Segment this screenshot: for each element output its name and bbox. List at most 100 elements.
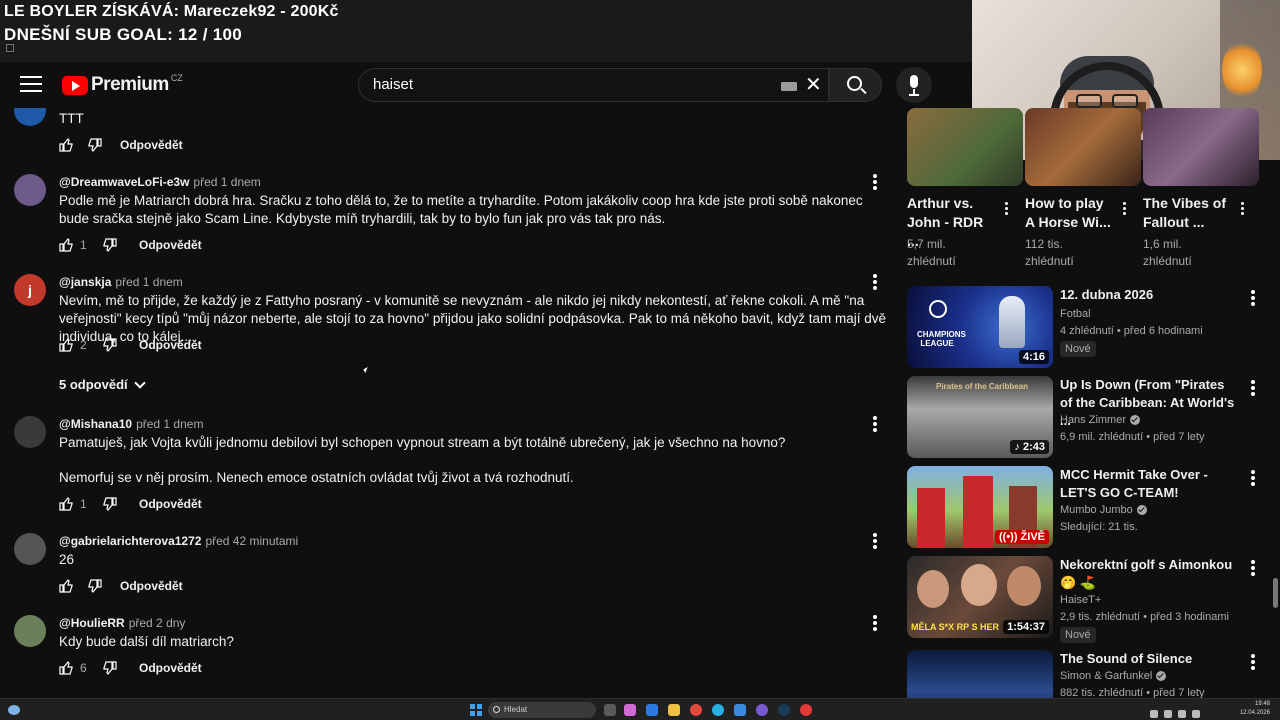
more-options-icon[interactable] [1123,202,1129,217]
edge-icon[interactable] [712,704,724,716]
more-options-icon[interactable] [1250,560,1256,578]
like-icon[interactable] [59,238,73,252]
chrome-icon[interactable] [690,704,702,716]
obs-icon[interactable] [800,704,812,716]
youtube-premium-logo[interactable]: Premium CZ [62,73,183,96]
comment-time[interactable]: před 42 minutami [205,534,298,548]
search-box[interactable]: ✕ [358,68,832,102]
widget-icon[interactable] [624,704,636,716]
comment-author[interactable]: @Mishana10 [59,417,132,431]
channel-name[interactable]: HaiseT+ [1060,594,1101,606]
start-icon[interactable] [470,704,482,716]
menu-icon[interactable] [20,76,42,94]
reply-button[interactable]: Odpovědět [139,338,202,352]
taskbar-clock[interactable]: 19:48 12.04.2026 [1226,700,1270,718]
comment-time[interactable]: před 1 dnem [136,417,203,431]
dislike-icon[interactable] [88,138,102,152]
dislike-icon[interactable] [103,338,117,352]
discord-icon[interactable] [756,704,768,716]
like-icon[interactable] [59,579,73,593]
video-title[interactable]: The Vibes of Fallout ... [1143,194,1233,232]
taskbar-search[interactable]: Hledat [488,702,596,718]
video-thumbnail[interactable] [1025,108,1141,186]
steam-icon[interactable] [778,704,790,716]
clear-search-icon[interactable]: ✕ [805,75,822,95]
weather-icon[interactable] [8,705,20,715]
dislike-icon[interactable] [103,497,117,511]
app-icon[interactable] [734,704,746,716]
avatar[interactable] [14,108,46,126]
like-icon[interactable] [59,497,73,511]
more-options-icon[interactable] [1250,470,1256,488]
reply-button[interactable]: Odpovědět [139,238,202,252]
avatar[interactable] [14,533,46,565]
channel-name[interactable]: Fotbal [1060,308,1091,320]
voice-search-button[interactable] [896,67,932,103]
comment-time[interactable]: před 1 dnem [115,275,182,289]
avatar[interactable] [14,174,46,206]
search-button[interactable] [828,68,882,102]
video-title[interactable]: How to play A Horse Wi... [1025,194,1115,232]
reply-button[interactable]: Odpovědět [120,138,183,152]
like-icon[interactable] [59,138,73,152]
like-icon[interactable] [59,338,73,352]
shelf-video-card[interactable]: Arthur vs. John - RDR ... 5,7 mil. zhlédn… [907,108,1023,268]
avatar[interactable] [14,615,46,647]
recommended-video[interactable]: MĚLA S*X RP S HER 1:54:37 Nekorektní gol… [906,556,1276,643]
comment-time[interactable]: před 1 dnem [193,175,260,189]
video-title[interactable]: 12. dubna 2026 [1060,286,1240,304]
more-options-icon[interactable] [872,274,878,290]
recommended-video[interactable]: CHAMPIONS LEAGUE 4:16 12. dubna 2026 Fot… [906,286,1276,370]
search-input[interactable] [373,76,773,93]
show-replies-button[interactable]: 5 odpovědí [59,376,146,392]
comment-author[interactable]: @gabrielarichterova1272 [59,534,201,548]
video-thumbnail[interactable]: Pirates of the Caribbean ♪ 2:43 [907,376,1053,458]
comment-time[interactable]: před 2 dny [129,616,186,630]
recommendations-panel: Arthur vs. John - RDR ... 5,7 mil. zhlédn… [900,108,1280,698]
video-thumbnail[interactable]: CHAMPIONS LEAGUE 4:16 [907,286,1053,368]
comment-author[interactable]: @DreamwaveLoFi-e3w [59,175,189,189]
avatar[interactable] [14,416,46,448]
scrollbar-thumb[interactable] [1273,578,1278,608]
channel-name[interactable]: Mumbo Jumbo [1060,504,1147,516]
more-options-icon[interactable] [1250,380,1256,398]
reply-button[interactable]: Odpovědět [139,661,202,675]
video-thumbnail[interactable] [907,650,1053,698]
file-explorer-icon[interactable] [668,704,680,716]
dislike-icon[interactable] [88,579,102,593]
task-view-icon[interactable] [604,704,616,716]
keyboard-icon[interactable] [781,82,797,91]
more-options-icon[interactable] [1241,202,1247,217]
more-options-icon[interactable] [1005,202,1011,217]
channel-name[interactable]: Simon & Garfunkel [1060,670,1167,682]
shelf-video-card[interactable]: The Vibes of Fallout ... 1,6 mil. zhlédnu… [1143,108,1259,268]
more-options-icon[interactable] [1250,654,1256,672]
avatar[interactable]: j [14,274,46,306]
more-options-icon[interactable] [872,615,878,631]
like-icon[interactable] [59,661,73,675]
recommended-video[interactable]: ((•)) ŽIVĚ MCC Hermit Take Over - LET'S … [906,466,1276,550]
app-icon[interactable] [646,704,658,716]
video-title[interactable]: The Sound of Silence [1060,650,1240,668]
more-options-icon[interactable] [1250,290,1256,308]
comment-author[interactable]: @janskja [59,275,111,289]
channel-name[interactable]: Hans Zimmer [1060,414,1141,426]
dislike-icon[interactable] [103,238,117,252]
video-thumbnail[interactable] [1143,108,1259,186]
video-thumbnail[interactable]: MĚLA S*X RP S HER 1:54:37 [907,556,1053,638]
more-options-icon[interactable] [872,174,878,190]
more-options-icon[interactable] [872,533,878,549]
shelf-video-card[interactable]: How to play A Horse Wi... 112 tis. zhlédn… [1025,108,1141,268]
reply-button[interactable]: Odpovědět [139,497,202,511]
video-title[interactable]: Nekorektní golf s Aimonkou 🤭 ⛳ [1060,556,1240,592]
comment-author[interactable]: @HoulieRR [59,616,125,630]
system-tray[interactable] [1150,705,1220,718]
reply-button[interactable]: Odpovědět [120,579,183,593]
video-title[interactable]: MCC Hermit Take Over - LET'S GO C-TEAM! [1060,466,1240,502]
video-thumbnail[interactable] [907,108,1023,186]
recommended-video[interactable]: The Sound of Silence Simon & Garfunkel 8… [906,650,1276,698]
video-thumbnail[interactable]: ((•)) ŽIVĚ [907,466,1053,548]
dislike-icon[interactable] [103,661,117,675]
recommended-video[interactable]: Pirates of the Caribbean ♪ 2:43 Up Is Do… [906,376,1276,460]
more-options-icon[interactable] [872,416,878,432]
